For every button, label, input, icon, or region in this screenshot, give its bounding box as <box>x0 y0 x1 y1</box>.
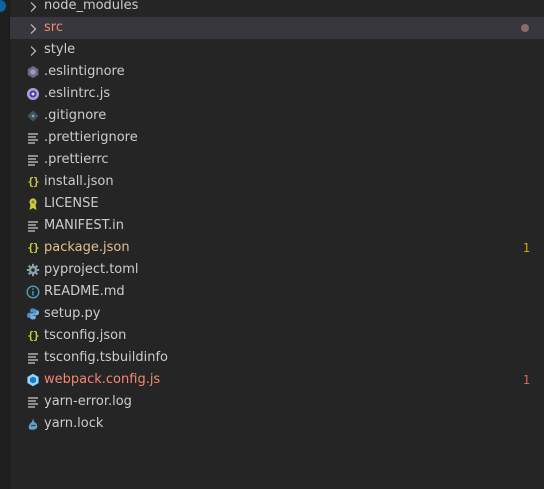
file-label: .eslintignore <box>44 64 125 79</box>
file-label: install.json <box>44 174 114 189</box>
folder-label: src <box>44 20 63 35</box>
file-label: tsconfig.json <box>44 328 127 343</box>
chevron-right-icon[interactable] <box>26 43 40 57</box>
file-label: tsconfig.tsbuildinfo <box>44 350 169 365</box>
folder-label: node_modules <box>44 0 139 13</box>
python-icon <box>26 307 40 321</box>
file-label: .prettierignore <box>44 130 138 145</box>
file-label: package.json <box>44 240 130 255</box>
eslint-icon <box>26 65 40 79</box>
file-item-tsconfig-json[interactable]: {} tsconfig.json <box>10 325 544 347</box>
eslint-config-icon <box>26 87 40 101</box>
file-item-eslintrc-js[interactable]: .eslintrc.js <box>10 83 544 105</box>
folder-item-node-modules[interactable]: node_modules <box>10 0 544 17</box>
json-icon: {} <box>27 175 39 188</box>
file-item-gitignore[interactable]: .gitignore <box>10 105 544 127</box>
folder-label: style <box>44 42 76 57</box>
file-item-tsconfig-tsbuildinfo[interactable]: tsconfig.tsbuildinfo <box>10 347 544 369</box>
file-label: webpack.config.js <box>44 372 161 387</box>
file-item-pyproject-toml[interactable]: pyproject.toml <box>10 259 544 281</box>
chevron-right-icon[interactable] <box>26 0 40 13</box>
file-label: yarn-error.log <box>44 394 132 409</box>
file-label: .eslintrc.js <box>44 86 111 101</box>
chevron-right-icon[interactable] <box>26 21 40 35</box>
problem-count-badge: 1 <box>522 241 530 255</box>
file-item-yarn-error-log[interactable]: yarn-error.log <box>10 391 544 413</box>
file-item-license[interactable]: LICENSE <box>10 193 544 215</box>
file-label: yarn.lock <box>44 416 104 431</box>
problem-count-badge: 1 <box>522 373 530 387</box>
explorer-file-tree: node_modulessrc style .eslintignore .eslint… <box>10 0 544 489</box>
webpack-icon <box>26 373 40 387</box>
folder-item-src[interactable]: src <box>10 17 544 39</box>
lines-icon <box>26 395 40 409</box>
lines-icon <box>26 131 40 145</box>
file-item-eslintignore[interactable]: .eslintignore <box>10 61 544 83</box>
gear-icon <box>26 263 40 277</box>
file-item-webpack-config-js[interactable]: webpack.config.js 1 <box>10 369 544 391</box>
lines-icon <box>26 153 40 167</box>
file-item-readme-md[interactable]: README.md <box>10 281 544 303</box>
json-icon: {} <box>27 241 39 254</box>
git-icon <box>26 109 40 123</box>
activity-badge <box>0 0 6 12</box>
file-item-yarn-lock[interactable]: yarn.lock <box>10 413 544 435</box>
file-label: .gitignore <box>44 108 107 123</box>
activity-bar-edge <box>0 0 10 489</box>
file-item-prettierrc[interactable]: .prettierrc <box>10 149 544 171</box>
lines-icon <box>26 351 40 365</box>
lines-icon <box>26 219 40 233</box>
json-icon: {} <box>27 329 39 342</box>
yarn-icon <box>26 417 40 431</box>
file-item-package-json[interactable]: {} package.json 1 <box>10 237 544 259</box>
modified-dot-indicator <box>521 24 529 32</box>
file-label: MANIFEST.in <box>44 218 124 233</box>
folder-item-style[interactable]: style <box>10 39 544 61</box>
file-label: LICENSE <box>44 196 99 211</box>
file-item-install-json[interactable]: {} install.json <box>10 171 544 193</box>
file-label: setup.py <box>44 306 101 321</box>
file-label: pyproject.toml <box>44 262 139 277</box>
file-label: README.md <box>44 284 125 299</box>
file-label: .prettierrc <box>44 152 109 167</box>
file-item-prettierignore[interactable]: .prettierignore <box>10 127 544 149</box>
file-item-manifest-in[interactable]: MANIFEST.in <box>10 215 544 237</box>
file-item-setup-py[interactable]: setup.py <box>10 303 544 325</box>
info-icon <box>26 285 40 299</box>
license-icon <box>26 197 40 211</box>
